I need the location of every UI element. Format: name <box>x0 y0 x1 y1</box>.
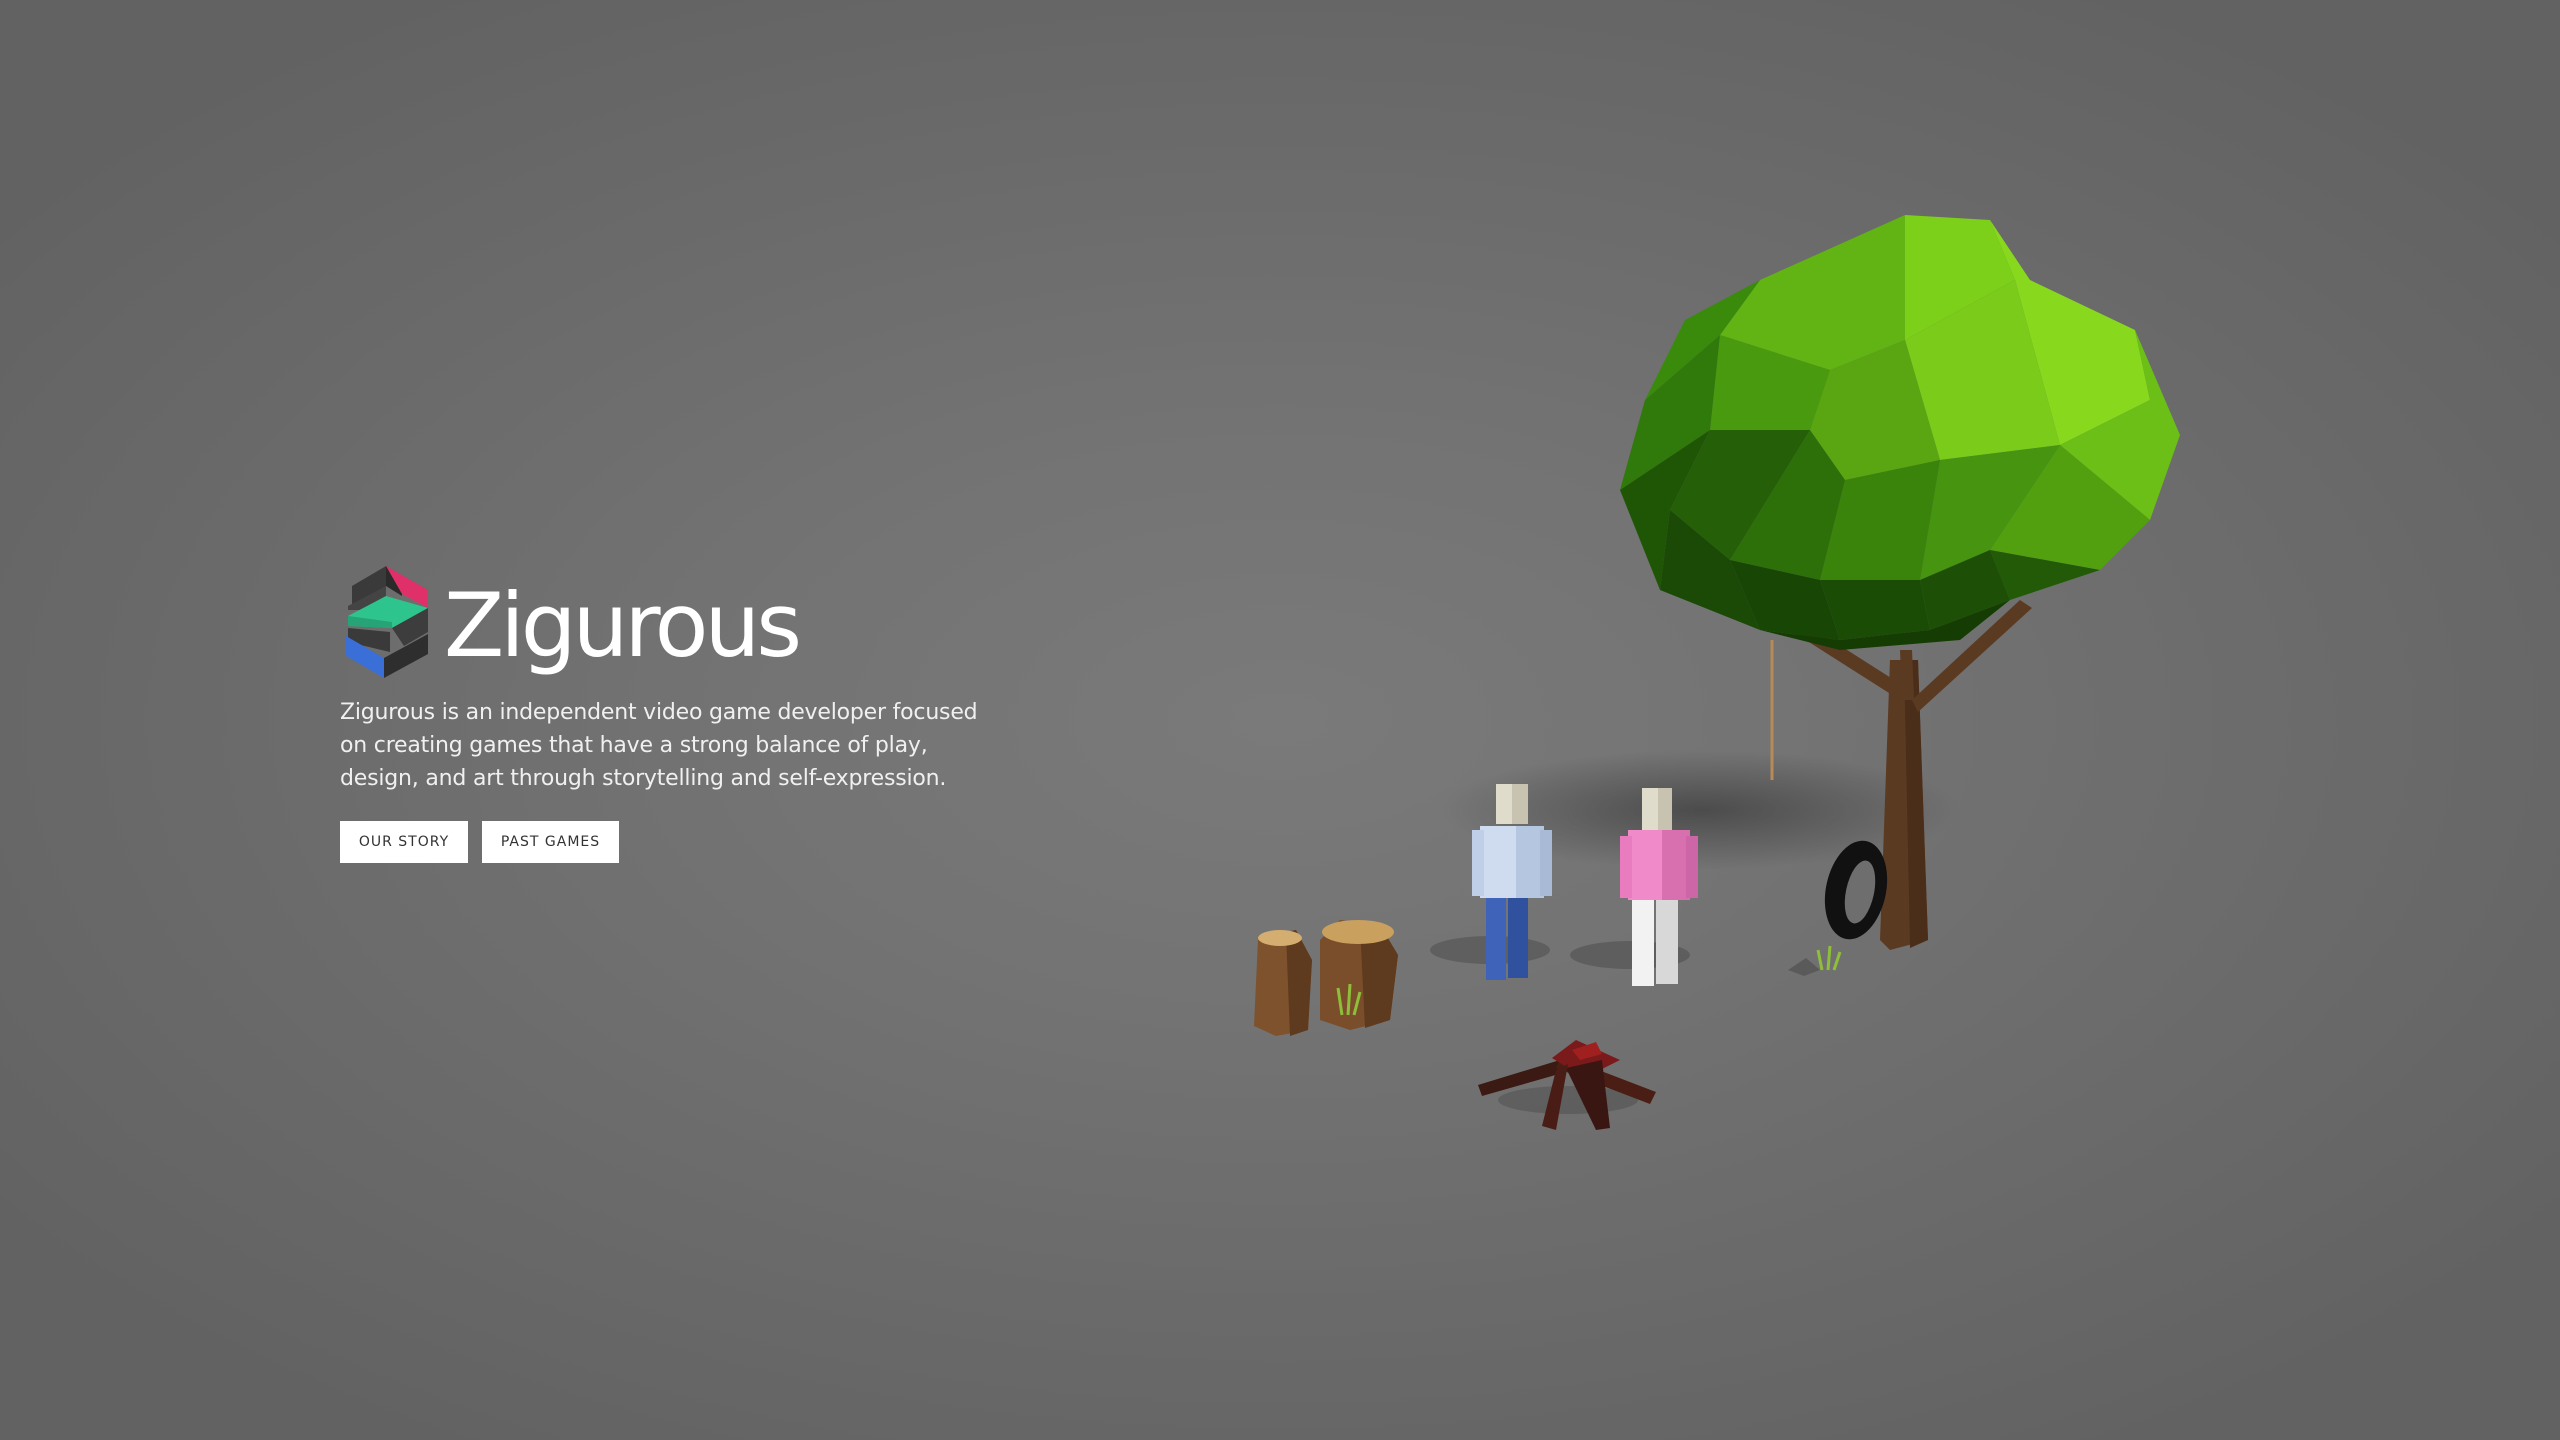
past-games-button[interactable]: PAST GAMES <box>482 821 619 863</box>
low-poly-campsite-scene <box>1254 215 2180 1130</box>
campfire <box>1478 1040 1656 1130</box>
our-story-button[interactable]: OUR STORY <box>340 821 468 863</box>
grass-tuft-right <box>1788 945 1842 976</box>
zigurous-logo-icon <box>346 566 428 678</box>
hero-buttons: OUR STORY PAST GAMES <box>340 821 980 863</box>
tagline: Zigurous is an independent video game de… <box>340 700 978 791</box>
tree-canopy <box>1620 215 2180 650</box>
brand-name: Zigurous <box>444 574 802 677</box>
brand-header: Zigurous <box>340 564 980 680</box>
tree-stumps <box>1254 920 1398 1036</box>
hero-section: Zigurous Zigurous is an independent vide… <box>340 564 980 863</box>
